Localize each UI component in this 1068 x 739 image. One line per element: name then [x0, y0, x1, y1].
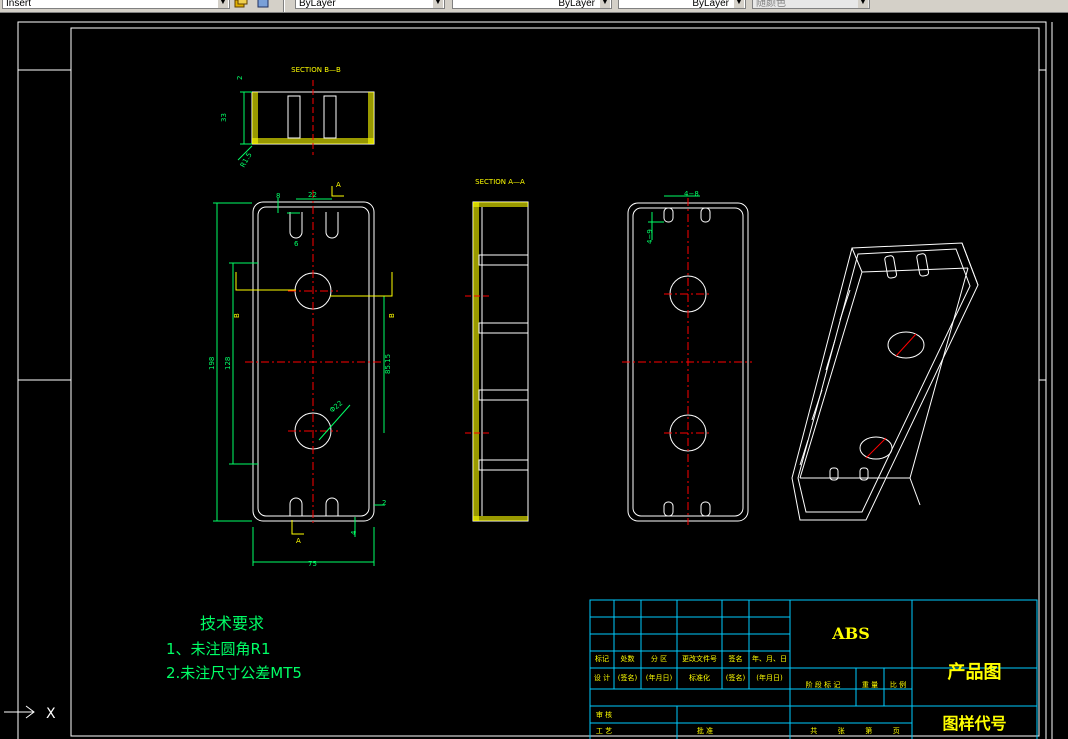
stage-row: 阶 段 标 记 重 量 比 例 — [790, 680, 912, 692]
notes-line-1: 1、未注圆角R1 — [166, 640, 271, 658]
dim-2-top: 2 — [236, 76, 244, 80]
col-zone: 分 区 — [650, 655, 668, 663]
dim-4-9: 4−9 — [646, 229, 654, 244]
sheet-page: 页 — [892, 727, 900, 735]
col-count: 处数 — [620, 655, 635, 663]
design-row: 设 计 (签名) (年月日) 标准化 (签名) (年月日) — [590, 673, 790, 685]
header-row: 标记 处数 分 区 更改文件号 签名 年、月、日 — [590, 654, 790, 666]
isometric-view — [791, 242, 979, 521]
sheet-num: 第 — [865, 727, 873, 735]
col-mark: 标记 — [595, 655, 609, 663]
weight: 重 量 — [861, 681, 879, 689]
design-date: (年月日) — [645, 674, 673, 682]
section-marker-b-left: B — [233, 313, 241, 318]
process-label: 工 艺 — [595, 727, 613, 735]
dim-22: 22 — [308, 191, 317, 199]
design-sign: (签名) — [617, 674, 638, 682]
scale: 比 例 — [889, 681, 907, 689]
section-marker-a-bottom: A — [296, 537, 301, 545]
standard-sign: (签名) — [725, 674, 746, 682]
notes-line-2: 2.未注尺寸公差MT5 — [166, 664, 302, 682]
svg-text:X: X — [46, 706, 56, 722]
review-label: 审 核 — [595, 711, 613, 719]
sheet-total: 共 — [810, 727, 818, 735]
col-sign: 签名 — [728, 655, 743, 663]
section-aa-label: SECTION A—A — [475, 178, 525, 186]
section-bb-view: SECTION B—B 2 33 R1.5 — [220, 66, 375, 169]
front-view: 8 22 A 6 198 128 B B Φ22 85.15 2 A 4 75 — [208, 181, 396, 568]
dim-128: 128 — [224, 357, 232, 370]
dim-r15: R1.5 — [239, 151, 254, 169]
standard-label: 标准化 — [689, 674, 710, 682]
stage-mark: 阶 段 标 记 — [805, 681, 841, 689]
ucs-icon: X — [4, 705, 56, 722]
dim-4-8: 4−8 — [684, 190, 699, 198]
rear-view: 4−8 4−9 — [622, 190, 752, 525]
dim-75: 75 — [308, 560, 317, 568]
section-aa-view: SECTION A—A — [465, 178, 529, 522]
approve-label: 批 准 — [696, 727, 714, 735]
dim-198: 198 — [208, 357, 216, 370]
standard-date: (年月日) — [756, 674, 783, 682]
section-bb-label: SECTION B—B — [291, 66, 341, 74]
sheet-row: 共 张 第 页 — [800, 726, 910, 736]
dim-4-right: 4 — [350, 530, 358, 535]
section-marker-b-right: B — [388, 313, 396, 318]
dim-6: 6 — [294, 240, 299, 248]
col-change-doc: 更改文件号 — [682, 655, 717, 663]
dim-8515: 85.15 — [384, 354, 392, 374]
product-name: 产品图 — [947, 662, 1002, 683]
section-marker-a-top: A — [336, 181, 341, 189]
dim-33: 33 — [220, 113, 228, 122]
col-date: 年、月、日 — [752, 655, 787, 663]
notes-heading: 技术要求 — [200, 614, 265, 633]
drawing-code-label: 图样代号 — [942, 714, 1007, 733]
dim-8: 8 — [276, 192, 280, 200]
material-label: ABS — [832, 624, 870, 643]
dim-phi22: Φ22 — [328, 399, 344, 414]
design-label: 设 计 — [593, 674, 611, 682]
dim-2-right: 2 — [382, 499, 386, 507]
sheet-unit: 张 — [837, 727, 845, 735]
